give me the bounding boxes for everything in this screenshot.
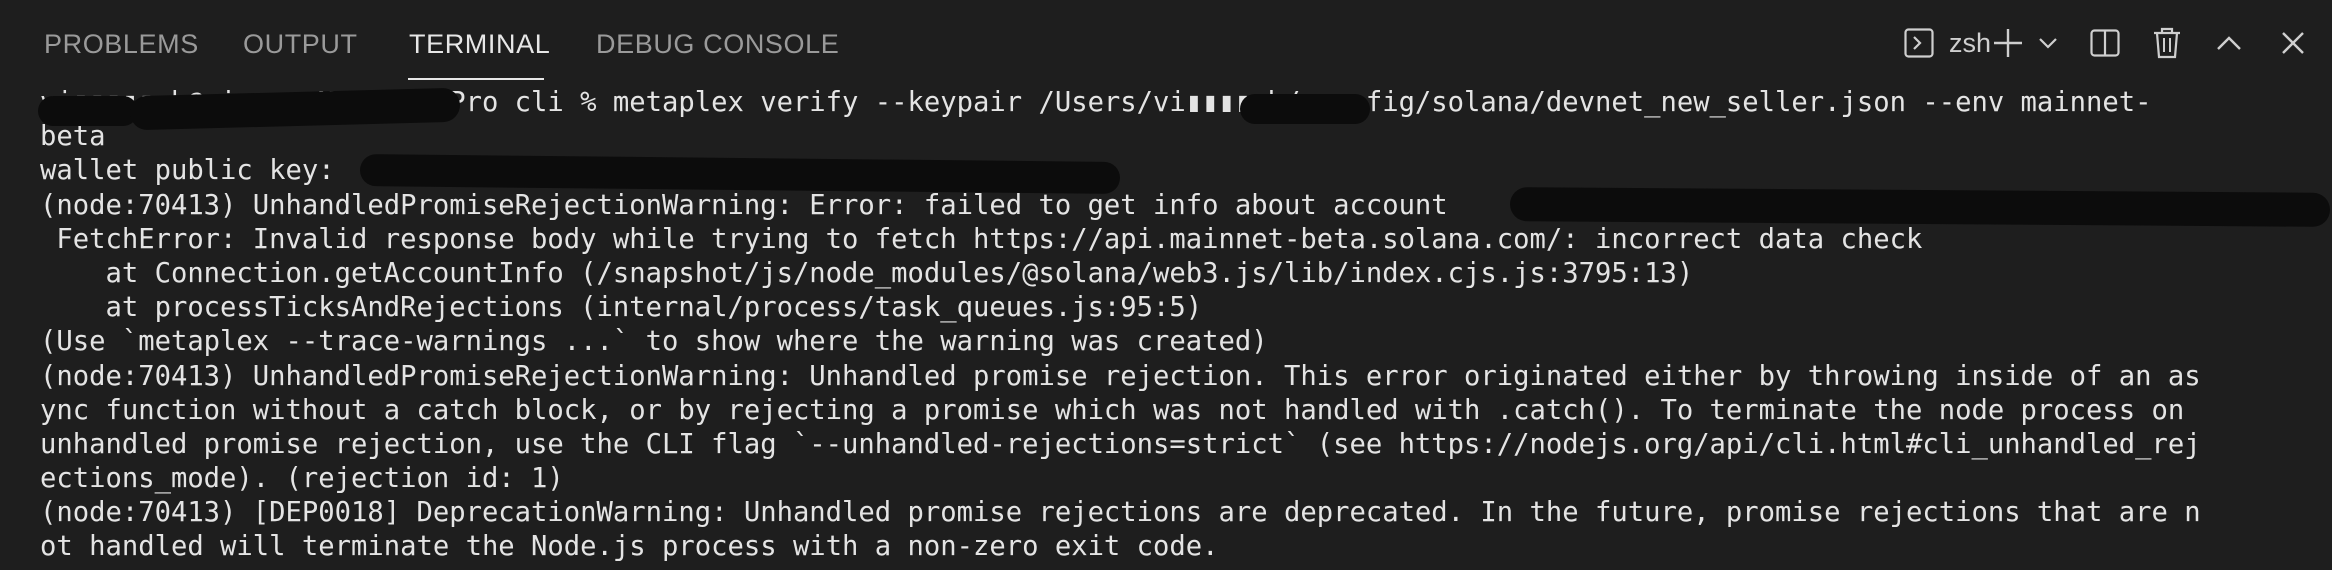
- new-terminal-button[interactable]: [1990, 18, 2026, 68]
- terminal-line: ot handled will terminate the Node.js pr…: [40, 531, 1219, 563]
- terminal-line: (Use `metaplex --trace-warnings ...` to …: [40, 326, 1268, 358]
- terminal-line: ync function without a catch block, or b…: [40, 394, 2185, 426]
- redaction-mark: [1509, 187, 2331, 227]
- terminal-line: at Connection.getAccountInfo (/snapshot/…: [40, 257, 1694, 289]
- terminal-line: ections_mode). (rejection id: 1): [40, 463, 564, 495]
- chevron-up-icon: [2215, 34, 2243, 52]
- terminal-line: unhandled promise rejection, use the CLI…: [40, 428, 2201, 460]
- tab-debug-console[interactable]: DEBUG CONSOLE: [596, 24, 839, 64]
- trash-icon: [2152, 26, 2182, 60]
- terminal-line: (node:70413) [DEP0018] DeprecationWarnin…: [40, 497, 2201, 529]
- tab-terminal[interactable]: TERMINAL: [409, 24, 550, 64]
- terminal-line: FetchError: Invalid response body while …: [40, 223, 1923, 255]
- split-terminal-button[interactable]: [2088, 18, 2122, 68]
- kill-terminal-button[interactable]: [2150, 18, 2184, 68]
- terminal-dropdown-button[interactable]: [2036, 18, 2060, 68]
- shell-name: zsh: [1948, 27, 1992, 58]
- plus-icon: [1991, 26, 2025, 60]
- terminal-line: (node:70413) UnhandledPromiseRejectionWa…: [40, 360, 2201, 392]
- split-icon: [2089, 27, 2121, 59]
- close-panel-button[interactable]: [2278, 18, 2308, 68]
- terminal-line: at processTicksAndRejections (internal/p…: [40, 292, 1203, 324]
- panel-header: PROBLEMS OUTPUT TERMINAL DEBUG CONSOLE z…: [0, 0, 2332, 86]
- tab-output[interactable]: OUTPUT: [243, 24, 358, 64]
- terminal-icon: [1903, 27, 1935, 59]
- active-tab-indicator: [408, 78, 544, 80]
- terminal-line: beta: [40, 121, 106, 153]
- tab-problems[interactable]: PROBLEMS: [44, 24, 199, 64]
- redaction-mark: [38, 96, 138, 126]
- chevron-down-icon: [2038, 36, 2058, 50]
- close-icon: [2280, 30, 2306, 56]
- redaction-mark: [1240, 94, 1370, 124]
- maximize-panel-button[interactable]: [2214, 18, 2244, 68]
